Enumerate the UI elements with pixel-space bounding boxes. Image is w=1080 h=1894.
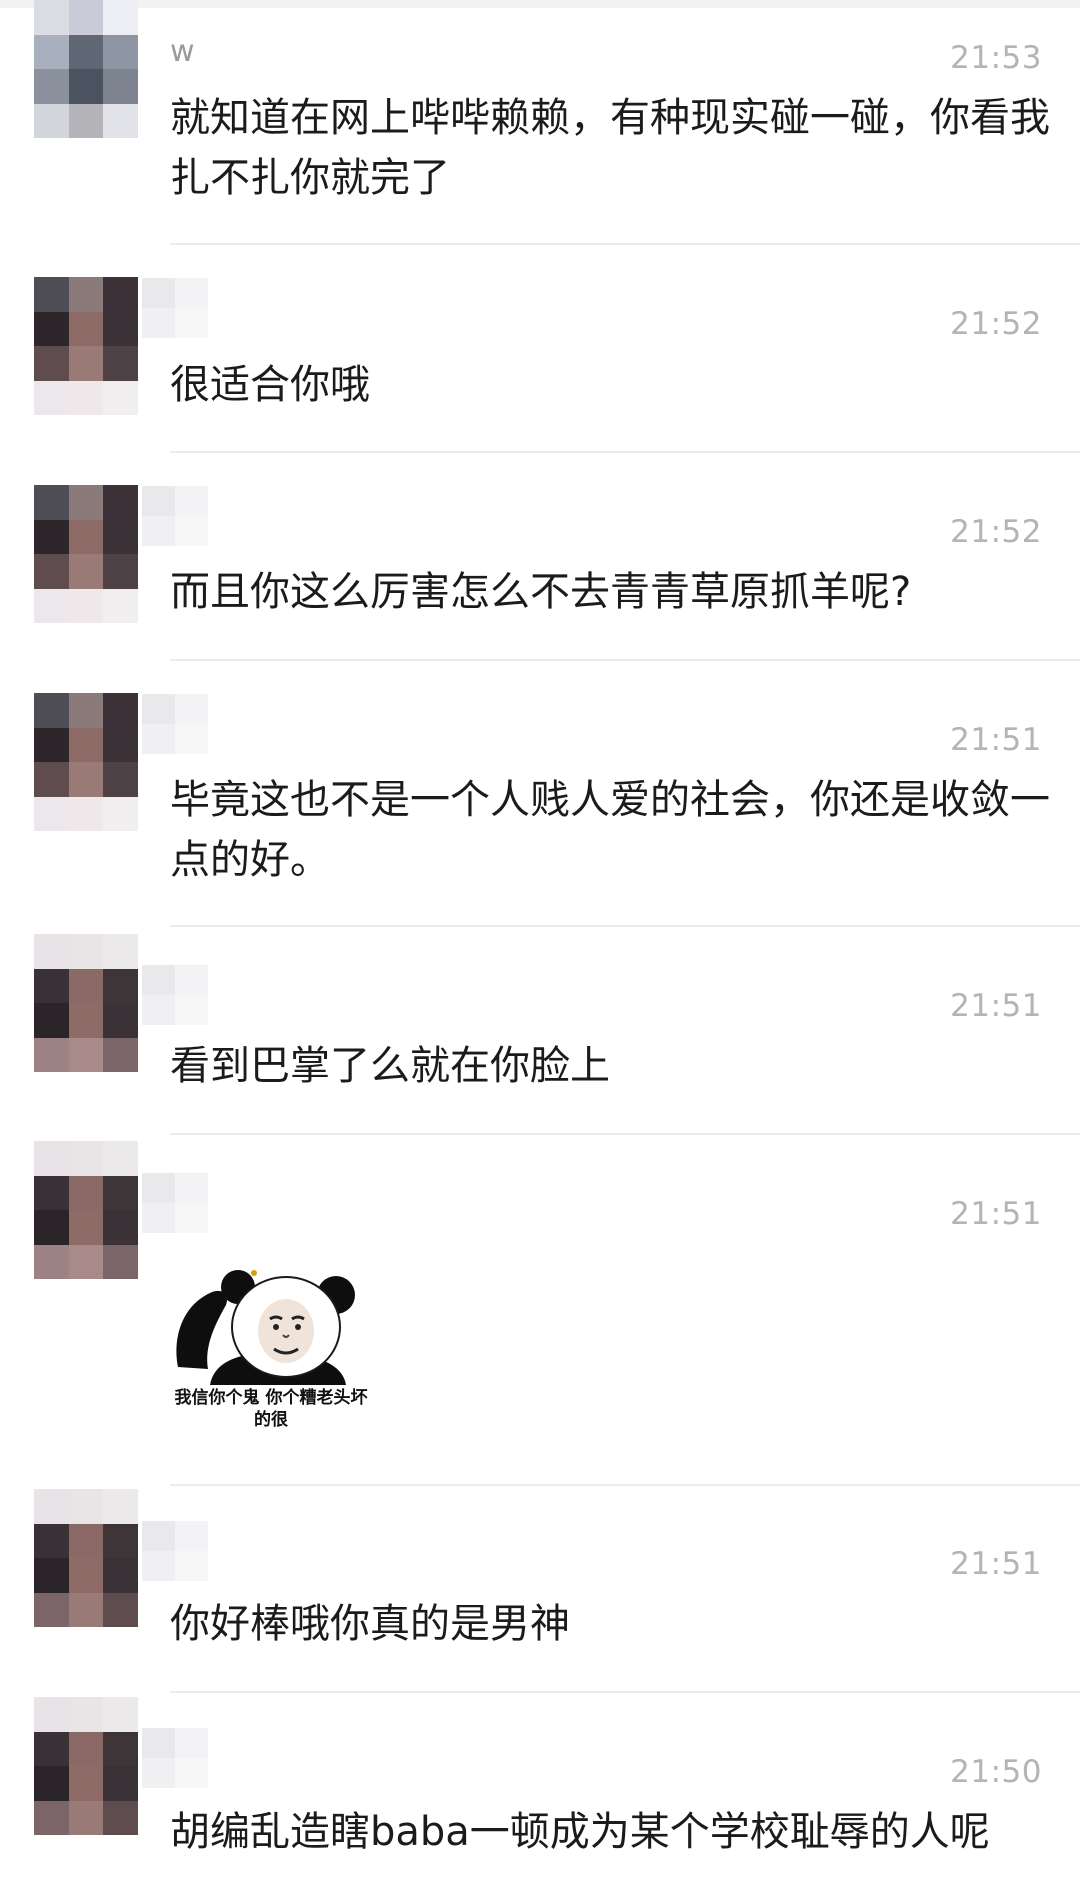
message-time: 21:51: [950, 988, 1042, 1024]
avatar-blurred[interactable]: [34, 0, 138, 138]
top-strip: [0, 0, 1080, 8]
message-divider: [170, 1691, 1080, 1693]
avatar-blurred[interactable]: [34, 485, 138, 623]
message-divider: [170, 243, 1080, 245]
message-time: 21:50: [950, 1754, 1042, 1790]
message-divider: [170, 659, 1080, 661]
message-time: 21:53: [950, 40, 1042, 76]
message-text: 看到巴掌了么就在你脸上: [170, 1043, 610, 1089]
message-divider: [170, 925, 1080, 927]
message-text: 就知道在网上哔哔赖赖，有种现实碰一碰，你看我扎不扎你就完了: [170, 95, 1050, 201]
message-divider: [170, 1133, 1080, 1135]
sender-name-blurred: [142, 486, 208, 546]
sender-name: w: [170, 34, 195, 69]
message-time: 21:52: [950, 306, 1042, 342]
message-time: 21:51: [950, 722, 1042, 758]
panda-meme-sticker[interactable]: 我信你个鬼 你个糟老头坏的很: [170, 1265, 372, 1445]
message-text: 你好棒哦你真的是男神: [170, 1601, 570, 1647]
sender-name-blurred: [142, 694, 208, 754]
avatar-blurred[interactable]: [34, 1697, 138, 1835]
sender-name-blurred: [142, 965, 208, 1025]
message-divider: [170, 1484, 1080, 1486]
message-time: 21:52: [950, 514, 1042, 550]
sender-name-blurred: [142, 1728, 208, 1788]
sender-name-blurred: [142, 1521, 208, 1581]
sender-name-blurred: [142, 278, 208, 338]
avatar-blurred[interactable]: [34, 1141, 138, 1279]
sender-name-blurred: [142, 1173, 208, 1233]
message-text: 而且你这么厉害怎么不去青青草原抓羊呢?: [170, 569, 912, 615]
message-time: 21:51: [950, 1546, 1042, 1582]
message-text: 很适合你哦: [170, 362, 370, 408]
message-text: 胡编乱造瞎baba一顿成为某个学校耻辱的人呢: [170, 1809, 990, 1855]
message-time: 21:51: [950, 1196, 1042, 1232]
avatar-blurred[interactable]: [34, 934, 138, 1072]
message-text: 毕竟这也不是一个人贱人爱的社会，你还是收敛一点的好。: [170, 777, 1050, 883]
message-divider: [170, 451, 1080, 453]
avatar-blurred[interactable]: [34, 1489, 138, 1627]
avatar-blurred[interactable]: [34, 693, 138, 831]
avatar-blurred[interactable]: [34, 277, 138, 415]
sticker-caption: 我信你个鬼 你个糟老头坏的很: [174, 1388, 368, 1430]
panda-meme-icon: [176, 1270, 355, 1385]
